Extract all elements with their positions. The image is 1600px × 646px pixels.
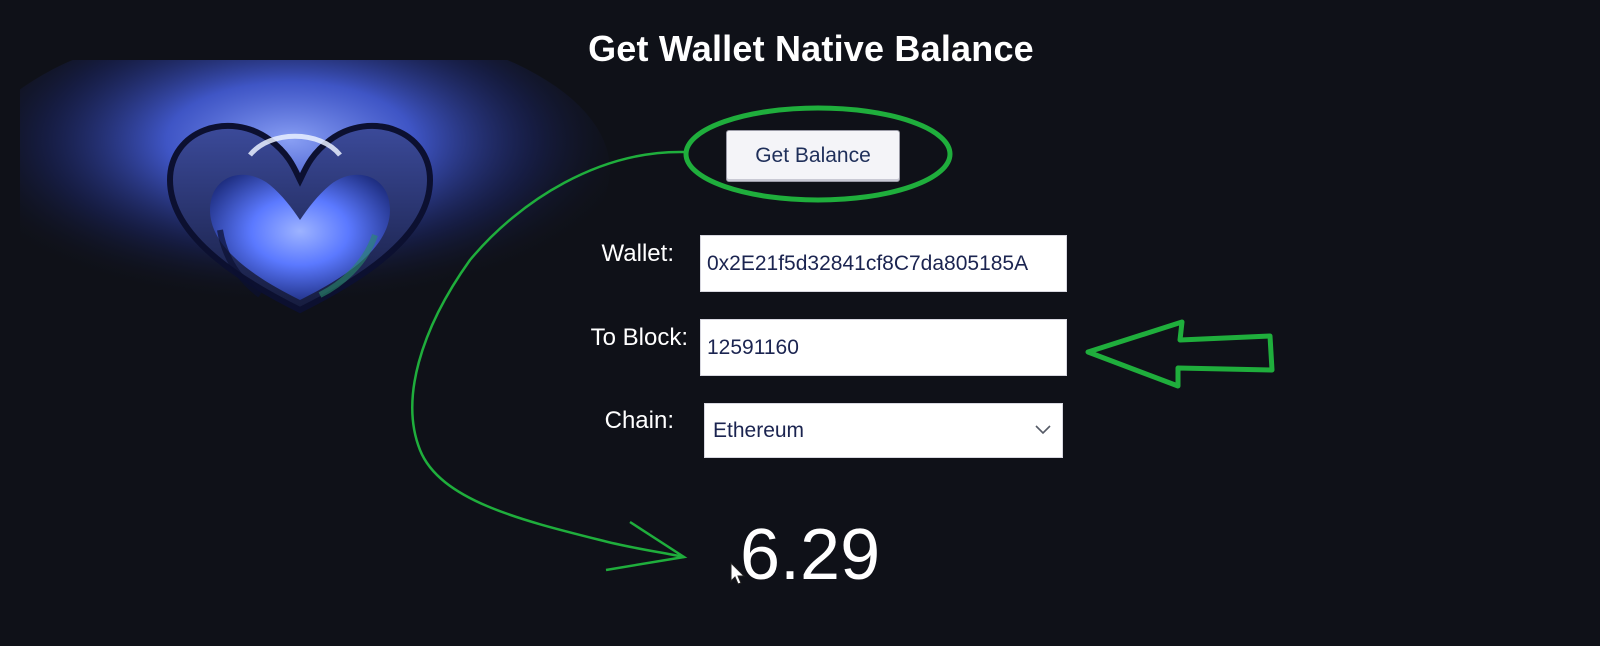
annotation-left-arrow [1085, 319, 1275, 389]
page-title: Get Wallet Native Balance [588, 28, 1034, 69]
app-page: Get Wallet Native Balance Get Balance Wa… [0, 0, 1600, 646]
balance-result: 6.29 [740, 515, 881, 595]
annotation-curve-arrowhead [605, 520, 688, 572]
mouse-cursor-icon [730, 562, 746, 585]
wallet-input[interactable]: 0x2E21f5d32841cf8C7da805185A [700, 235, 1067, 292]
chain-select[interactable]: Ethereum [704, 403, 1063, 458]
heart-m-logo-icon [0, 20, 640, 320]
to-block-label: To Block: [590, 324, 688, 351]
wallet-label: Wallet: [601, 240, 674, 267]
chevron-down-icon [1035, 425, 1051, 435]
get-balance-button[interactable]: Get Balance [726, 130, 900, 182]
chain-label: Chain: [604, 407, 674, 434]
to-block-input[interactable]: 12591160 [700, 319, 1067, 376]
chain-select-value: Ethereum [713, 418, 805, 442]
